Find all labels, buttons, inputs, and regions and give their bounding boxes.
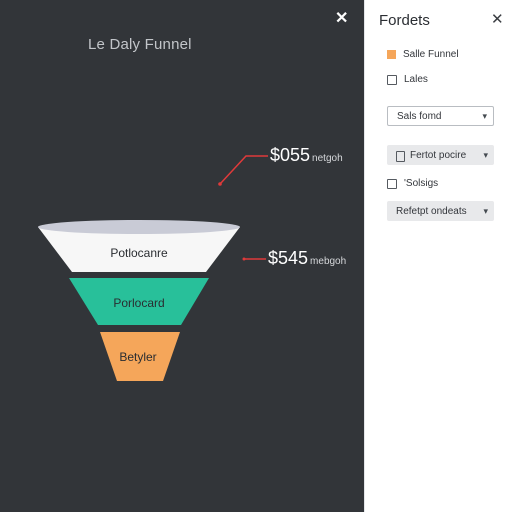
legend-item-label: Salle Funnel <box>403 49 459 60</box>
select-3-value: Refetpt ondeats <box>396 205 467 217</box>
callout-2-unit: mebgoh <box>310 256 347 267</box>
funnel-stage-2-label: Porlocard <box>113 296 165 310</box>
chevron-down-icon: ▾ <box>483 149 488 160</box>
checkbox-1[interactable] <box>387 74 397 85</box>
checkbox-1-label: Lales <box>404 74 428 85</box>
color-swatch[interactable] <box>387 50 396 59</box>
callout-2: $545 mebgoh <box>268 248 346 269</box>
checkbox-row-1[interactable]: Lales <box>387 74 428 85</box>
callout-1-value: $055 <box>270 145 311 165</box>
panel-title: Fordets <box>379 12 430 29</box>
chevron-down-icon: ▾ <box>483 205 488 216</box>
select-2-value: Fertot pocire <box>410 149 467 161</box>
callout-1-unit: netgoh <box>312 153 343 164</box>
legend-item[interactable]: Salle Funnel <box>387 49 459 60</box>
callout-dot-1 <box>218 182 222 186</box>
funnel-stage-1-label: Potlocanre <box>110 246 168 260</box>
close-icon[interactable]: ✕ <box>491 12 504 28</box>
select-2-content: Fertot pocire <box>396 149 467 162</box>
select-1[interactable]: Sals fomd ▾ <box>387 106 494 126</box>
callout-line-1 <box>219 155 268 185</box>
funnel-canvas: Le Daly Funnel ✕ Potlocanre Porlocard Be… <box>0 0 364 512</box>
callout-1: $055 netgoh <box>270 145 343 166</box>
select-1-value: Sals fomd <box>397 110 442 122</box>
funnel-stage-3-label: Betyler <box>119 350 157 364</box>
select-3[interactable]: Refetpt ondeats ▾ <box>387 201 494 221</box>
checkbox-row-2[interactable]: 'Solsigs <box>387 178 438 189</box>
chevron-down-icon: ▾ <box>482 110 487 121</box>
callout-2-value: $545 <box>268 248 309 268</box>
callout-dot-2 <box>242 257 246 261</box>
funnel-rim <box>38 220 240 234</box>
checkbox-2-label: 'Solsigs <box>404 178 439 189</box>
select-2[interactable]: Fertot pocire ▾ <box>387 145 494 165</box>
checkbox-2[interactable] <box>387 178 397 189</box>
file-icon <box>396 150 405 162</box>
format-panel: Fordets ✕ Salle Funnel Lales Sals fomd ▾… <box>364 0 512 512</box>
